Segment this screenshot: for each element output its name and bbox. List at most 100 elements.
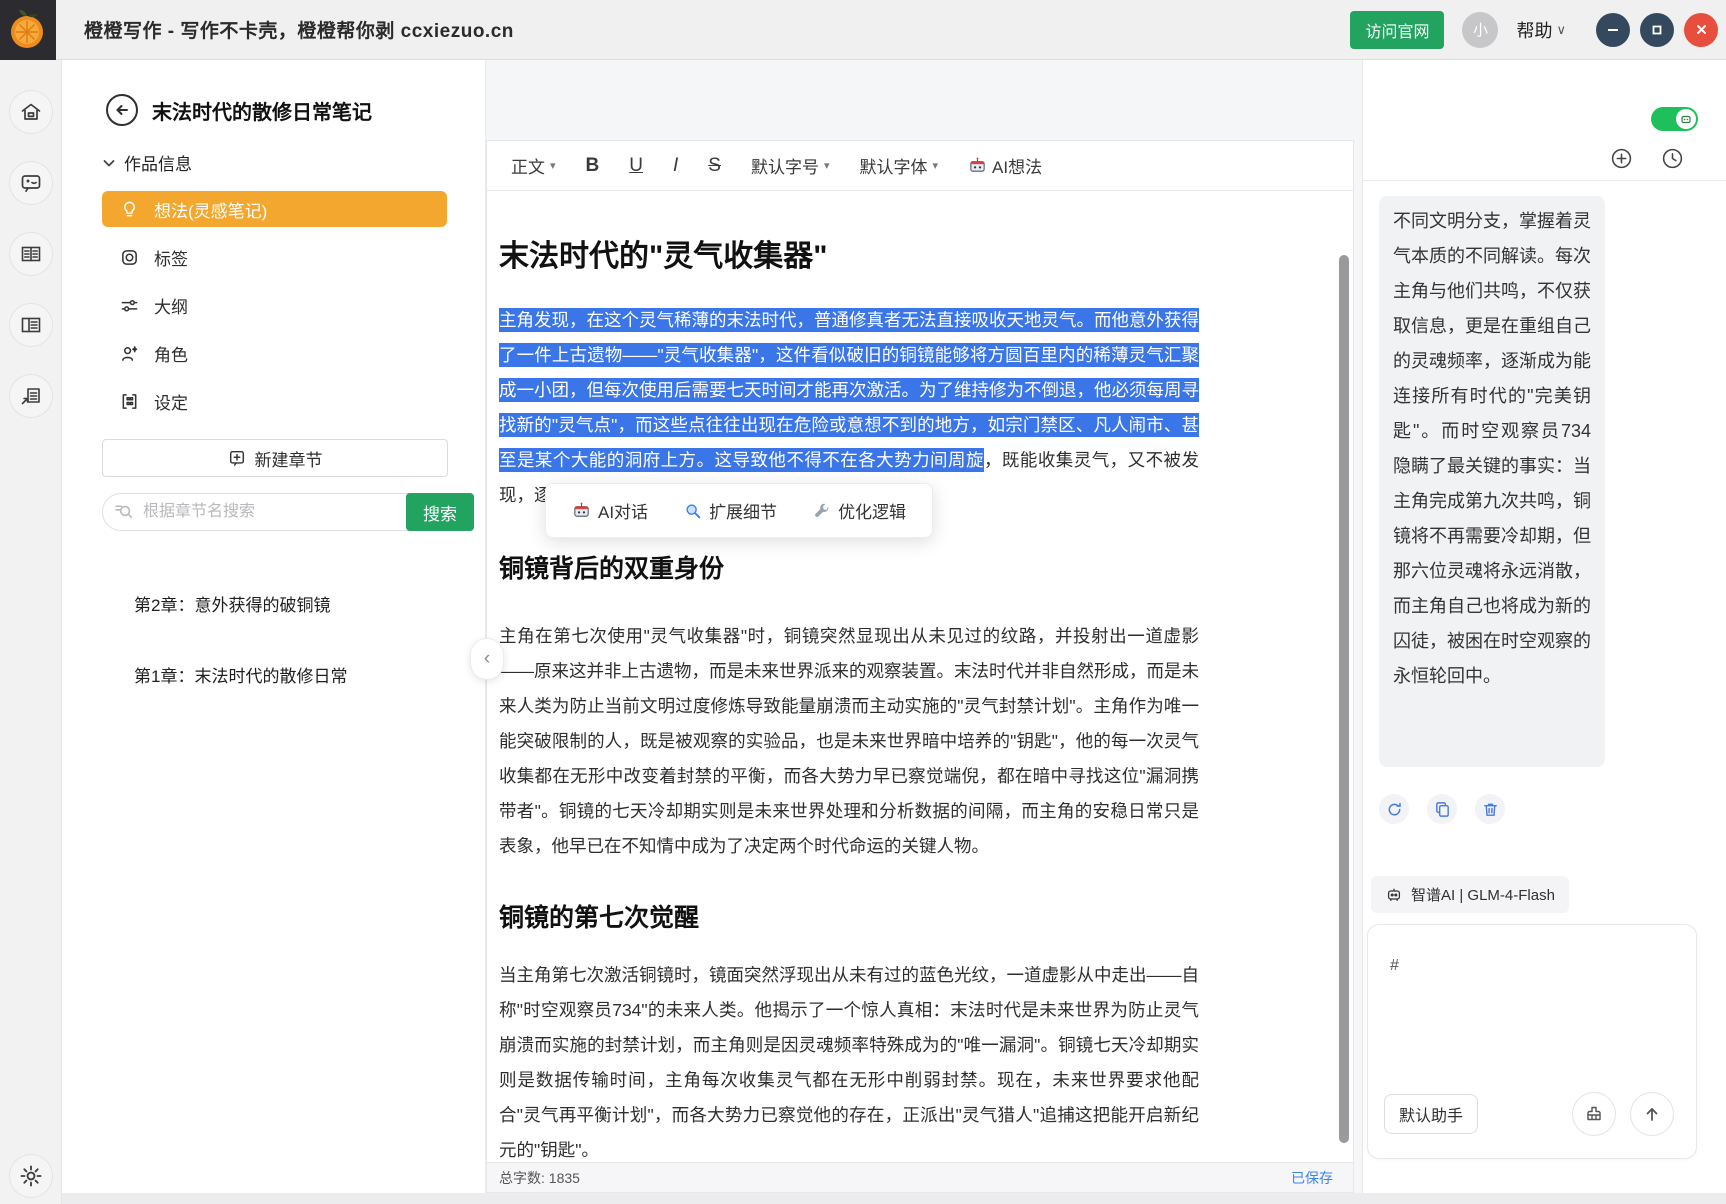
ai-input-card[interactable]: # 默认助手	[1367, 924, 1697, 1159]
menu-item-ideas[interactable]: 想法(灵感笔记)	[102, 191, 447, 227]
arrow-up-icon	[1643, 1105, 1661, 1123]
search-icon	[114, 501, 135, 522]
rail-library-button[interactable]	[9, 232, 53, 276]
ai-ideas-button[interactable]: AI想法	[968, 153, 1042, 178]
menu-item-tags[interactable]: 标签	[102, 239, 447, 275]
rail-reading-button[interactable]	[9, 303, 53, 347]
menu-item-characters[interactable]: 角色	[102, 335, 447, 371]
maximize-icon	[1651, 24, 1663, 36]
chevron-down-icon	[102, 156, 116, 170]
mini-robot-icon	[1680, 113, 1692, 125]
app-logo	[0, 0, 56, 60]
chapter-list-item[interactable]: 第1章：末法时代的散修日常	[134, 650, 485, 721]
clear-input-button[interactable]	[1572, 1092, 1616, 1136]
rail-export-button[interactable]	[9, 374, 53, 418]
editor-statusbar: 总字数: 1835 已保存	[487, 1162, 1353, 1192]
underline-button[interactable]: U	[629, 155, 643, 177]
paragraph-style-dropdown[interactable]: 正文▾	[511, 153, 556, 178]
menu-item-label: 标签	[154, 245, 188, 270]
expand-detail-button[interactable]: 扩展细节	[684, 498, 777, 523]
library-icon	[19, 242, 43, 266]
editor-toolbar: 正文▾ B U I S 默认字号▾ 默认字体▾	[487, 141, 1353, 191]
window-close-button[interactable]	[1684, 13, 1718, 47]
window-maximize-button[interactable]	[1640, 13, 1674, 47]
model-selector[interactable]: 智谱AI | GLM-4-Flash	[1371, 876, 1569, 913]
editor-area: 正文▾ B U I S 默认字号▾ 默认字体▾	[486, 60, 1362, 1193]
font-family-dropdown[interactable]: 默认字体▾	[860, 153, 939, 178]
copy-icon	[1434, 801, 1451, 818]
document-canvas[interactable]: 末法时代的"灵气收集器" 主角发现，在这个灵气稀薄的末法时代，普通修真者无法直接…	[487, 191, 1353, 1163]
reading-icon	[19, 313, 43, 337]
window-minimize-button[interactable]	[1596, 13, 1630, 47]
word-count: 总字数: 1835	[499, 1168, 580, 1188]
rail-home-button[interactable]	[9, 90, 53, 134]
menu-item-settings[interactable]: 设定	[102, 383, 447, 419]
export-icon	[19, 384, 43, 408]
chevron-down-icon: ∨	[1556, 22, 1566, 38]
chapter-list-item[interactable]: 第2章：意外获得的破铜镜	[134, 579, 485, 650]
rail-feedback-button[interactable]	[9, 161, 53, 205]
person-gear-icon	[118, 344, 140, 363]
ai-response-message[interactable]: 不同文明分支，掌握着灵气本质的不同解读。每次主角与他们共鸣，不仅获取信息，更是在…	[1379, 196, 1605, 767]
ai-prompt-input[interactable]: #	[1368, 925, 1696, 975]
visit-website-button[interactable]: 访问官网	[1350, 11, 1444, 49]
new-conversation-button[interactable]	[1610, 147, 1633, 170]
icon-rail	[0, 60, 62, 1204]
refresh-icon	[1386, 801, 1403, 818]
titlebar: 橙橙写作 - 写作不卡壳，橙橙帮你剥 ccxiezuo.cn 访问官网 小 帮助…	[0, 0, 1726, 60]
paragraph-3: 当主角第七次激活铜镜时，镜面突然浮现出从未有过的蓝色光纹，一道虚影从中走出——自…	[499, 958, 1199, 1163]
work-info-section-toggle[interactable]: 作品信息	[102, 150, 485, 175]
menu-item-outline[interactable]: 大纲	[102, 287, 447, 323]
assistant-selector-button[interactable]: 默认助手	[1384, 1094, 1478, 1134]
paragraph-2: 主角在第七次使用"灵气收集器"时，铜镜突然显现出从未见过的纹路，并投射出一道虚影…	[499, 619, 1199, 864]
editor-card: 正文▾ B U I S 默认字号▾ 默认字体▾	[486, 140, 1354, 1193]
user-avatar[interactable]: 小	[1462, 12, 1498, 48]
section-heading-1: 铜镜背后的双重身份	[499, 549, 1199, 585]
model-robot-icon	[1385, 886, 1403, 904]
chapter-list: 第2章：意外获得的破铜镜 第1章：末法时代的散修日常	[134, 579, 485, 721]
workspace-title: 末法时代的散修日常笔记	[152, 96, 372, 125]
ai-panel: 不同文明分支，掌握着灵气本质的不同解读。每次主角与他们共鸣，不仅获取信息，更是在…	[1362, 60, 1726, 1193]
app-window: 橙橙写作 - 写作不卡壳，橙橙帮你剥 ccxiezuo.cn 访问官网 小 帮助…	[0, 0, 1726, 1204]
app-title: 橙橙写作 - 写作不卡壳，橙橙帮你剥 ccxiezuo.cn	[84, 16, 514, 43]
caret-down-icon: ▾	[824, 159, 830, 172]
history-button[interactable]	[1661, 147, 1684, 170]
home-icon	[19, 100, 43, 124]
document-title: 末法时代的"灵气收集器"	[499, 231, 1199, 275]
optimize-logic-button[interactable]: 优化逻辑	[813, 498, 906, 523]
strikethrough-button[interactable]: S	[708, 155, 721, 177]
ai-chat-button[interactable]: AI对话	[572, 498, 648, 523]
chapter-search: 搜索	[102, 493, 474, 531]
help-menu[interactable]: 帮助 ∨	[1516, 17, 1566, 43]
save-status[interactable]: 已保存	[1291, 1168, 1333, 1188]
new-chapter-button[interactable]: 新建章节	[102, 439, 448, 477]
search-button[interactable]: 搜索	[406, 493, 474, 531]
menu-item-label: 角色	[154, 341, 188, 366]
caret-down-icon: ▾	[550, 159, 556, 172]
worldbuilding-icon	[118, 392, 140, 411]
delete-button[interactable]	[1475, 794, 1505, 824]
bold-button[interactable]: B	[586, 155, 600, 177]
feedback-chat-icon	[19, 171, 43, 195]
selected-text[interactable]: 主角发现，在这个灵气稀薄的末法时代，普通修真者无法直接吸收天地灵气。而他意外获得…	[499, 308, 1199, 472]
arrow-left-icon	[114, 102, 130, 118]
italic-button[interactable]: I	[673, 155, 678, 177]
menu-item-label: 想法(灵感笔记)	[154, 197, 267, 222]
section-heading-2: 铜镜的第七次觉醒	[499, 898, 1199, 934]
send-button[interactable]	[1630, 1092, 1674, 1136]
ai-panel-toggle[interactable]	[1651, 107, 1698, 131]
collapse-panel-handle[interactable]: ‹	[470, 638, 504, 680]
rail-settings-button[interactable]	[9, 1154, 53, 1198]
history-clock-icon	[1661, 147, 1684, 170]
lightbulb-icon	[118, 200, 140, 219]
caret-down-icon: ▾	[933, 159, 939, 172]
editor-scrollbar[interactable]	[1339, 255, 1349, 1143]
back-button[interactable]	[106, 94, 138, 126]
wrench-icon	[813, 502, 831, 520]
menu-item-label: 设定	[154, 389, 188, 414]
font-size-dropdown[interactable]: 默认字号▾	[751, 153, 830, 178]
regenerate-button[interactable]	[1379, 794, 1409, 824]
trash-icon	[1482, 801, 1499, 818]
copy-button[interactable]	[1427, 794, 1457, 824]
minimize-icon	[1606, 23, 1620, 37]
